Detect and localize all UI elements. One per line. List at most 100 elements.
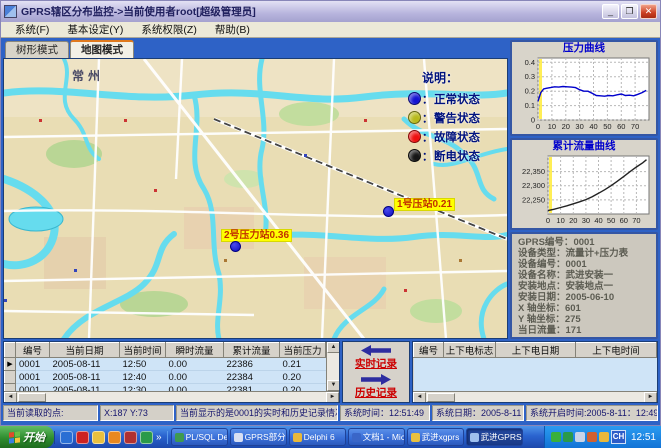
col-header[interactable]: 上下电时间 [576, 343, 657, 358]
col-header[interactable]: 当前压力 [280, 343, 326, 358]
svg-text:0.3: 0.3 [525, 72, 535, 81]
minimize-button[interactable]: _ [602, 4, 619, 19]
clock[interactable]: 12:51 [628, 432, 656, 443]
info-label: GPRS编号： [518, 237, 573, 248]
messenger-icon[interactable] [108, 431, 121, 444]
tab-tree-mode[interactable]: 树形模式 [5, 41, 69, 58]
scroll-left-icon[interactable]: ◄ [413, 392, 426, 403]
menu-system[interactable]: 系统(F) [7, 21, 57, 38]
realtime-records-link[interactable]: 实时记录 [355, 359, 397, 370]
delphi-icon [293, 433, 302, 442]
network-icon[interactable] [587, 432, 597, 442]
legend-separator: ： [422, 110, 433, 126]
mail-icon[interactable] [124, 431, 137, 444]
history-records-link[interactable]: 历史记录 [355, 388, 397, 399]
horizontal-scrollbar[interactable]: ◄ ► [413, 391, 657, 402]
horizontal-scrollbar[interactable]: ◄ ► [4, 391, 339, 402]
task-gprs-doc[interactable]: GPRS部分.... [230, 428, 287, 446]
table-header-row: 编号 上下电标志 上下电日期 上下电时间 [414, 343, 657, 358]
svg-text:10: 10 [548, 122, 556, 131]
scrollbar-thumb[interactable] [427, 393, 455, 402]
browser-icon[interactable] [140, 431, 153, 444]
status-system-date: 系统日期：2005-8-11 [432, 405, 524, 421]
svg-text:0.2: 0.2 [525, 87, 535, 96]
media-player-icon[interactable] [76, 431, 89, 444]
tab-map-mode[interactable]: 地图模式 [70, 40, 134, 58]
col-header[interactable]: 瞬时流量 [166, 343, 224, 358]
menu-basic-settings[interactable]: 基本设定(Y) [59, 21, 131, 38]
close-button[interactable]: ✕ [640, 4, 657, 19]
map-view[interactable]: 常州 说明： ： 正常状态 ： 警告状态 [3, 58, 508, 339]
windows-logo-icon [9, 431, 20, 443]
svg-text:20: 20 [562, 122, 570, 131]
current-row-marker: ▶ [5, 358, 16, 371]
pressure-chart-panel: 压力曲线 00.10.20.30.4010203040506070 [510, 40, 658, 136]
left-arrow-icon [361, 345, 391, 356]
quick-launch-overflow-icon[interactable]: » [156, 432, 162, 443]
legend-separator: ： [422, 91, 433, 107]
svg-text:30: 30 [582, 216, 590, 225]
app-icon [4, 5, 17, 18]
cell: 0.21 [280, 358, 326, 371]
col-header[interactable]: 编号 [16, 343, 50, 358]
svg-text:60: 60 [620, 216, 628, 225]
info-label: 设备名称： [518, 270, 566, 281]
scroll-left-icon[interactable]: ◄ [4, 392, 17, 403]
system-tray: CH 12:51 [544, 426, 661, 448]
antivirus-icon[interactable] [599, 432, 609, 442]
task-folder-xgprs[interactable]: 武进xgprs [407, 428, 464, 446]
messenger-status-icon[interactable] [551, 432, 561, 442]
vertical-scrollbar[interactable]: ▲ ▼ [326, 342, 339, 391]
cell: 12:50 [120, 358, 166, 371]
svg-text:22,250: 22,250 [522, 195, 545, 204]
folder-icon[interactable] [92, 431, 105, 444]
svg-text:10: 10 [556, 216, 564, 225]
col-header[interactable]: 当前时间 [120, 343, 166, 358]
volume-icon[interactable] [575, 432, 585, 442]
station-1-marker[interactable] [383, 206, 394, 217]
info-value: 武进安装一 [566, 270, 614, 281]
start-button[interactable]: 开始 [0, 426, 54, 448]
word-icon [352, 433, 361, 442]
task-plsql[interactable]: PL/SQL Dev... [171, 428, 228, 446]
task-delphi[interactable]: Delphi 6 [289, 428, 346, 446]
menu-help[interactable]: 帮助(B) [207, 21, 258, 38]
col-header[interactable]: 上下电标志 [444, 343, 496, 358]
info-label: Y 轴坐标： [518, 314, 565, 325]
update-arrow-icon[interactable] [563, 432, 573, 442]
col-header[interactable]: 累计流量 [224, 343, 280, 358]
map-legend: 说明： ： 正常状态 ： 警告状态 ： [408, 69, 505, 165]
menu-permissions[interactable]: 系统权限(Z) [133, 21, 204, 38]
col-header[interactable]: 编号 [414, 343, 444, 358]
app-window: GPRS辖区分布监控->当前使用者root[超级管理员] _ ❐ ✕ 系统(F)… [0, 0, 661, 426]
titlebar: GPRS辖区分布监控->当前使用者root[超级管理员] _ ❐ ✕ [1, 1, 660, 22]
row-marker-header [5, 343, 16, 358]
flow-chart-title: 累计流量曲线 [512, 140, 656, 153]
table-row[interactable]: ▶ 0001 2005-08-11 12:50 0.00 22386 0.21 [5, 358, 326, 371]
info-label: 安装日期： [518, 292, 566, 303]
station-1-label[interactable]: 1号压站0.21 [394, 198, 455, 211]
legend-separator: ： [422, 148, 433, 164]
info-label: X 轴坐标： [518, 303, 565, 314]
col-header[interactable]: 当前日期 [50, 343, 120, 358]
svg-text:0: 0 [536, 122, 540, 131]
status-coordinates: X:187 Y:73 [100, 405, 174, 421]
svg-text:22,350: 22,350 [522, 167, 545, 176]
restore-button[interactable]: ❐ [621, 4, 638, 19]
task-word-doc[interactable]: 文档1 - Mic... [348, 428, 405, 446]
app-icon [470, 433, 479, 442]
scroll-right-icon[interactable]: ► [644, 392, 657, 403]
col-header[interactable]: 上下电日期 [496, 343, 576, 358]
scrollbar-thumb[interactable] [18, 393, 46, 402]
ie-icon[interactable] [60, 431, 73, 444]
scroll-down-icon[interactable]: ▼ [327, 380, 339, 391]
language-indicator[interactable]: CH [611, 430, 626, 444]
info-value: 275 [565, 314, 581, 325]
table-row[interactable]: 0001 2005-08-11 12:30 0.00 22381 0.20 [5, 384, 326, 392]
table-row[interactable]: 0001 2005-08-11 12:40 0.00 22384 0.20 [5, 371, 326, 384]
scroll-right-icon[interactable]: ► [326, 392, 339, 403]
task-wujin-gprs[interactable]: 武进GPRS... [466, 428, 523, 446]
station-2-marker[interactable] [230, 241, 241, 252]
station-2-label[interactable]: 2号压力站0.36 [221, 229, 292, 242]
scroll-up-icon[interactable]: ▲ [327, 342, 339, 353]
